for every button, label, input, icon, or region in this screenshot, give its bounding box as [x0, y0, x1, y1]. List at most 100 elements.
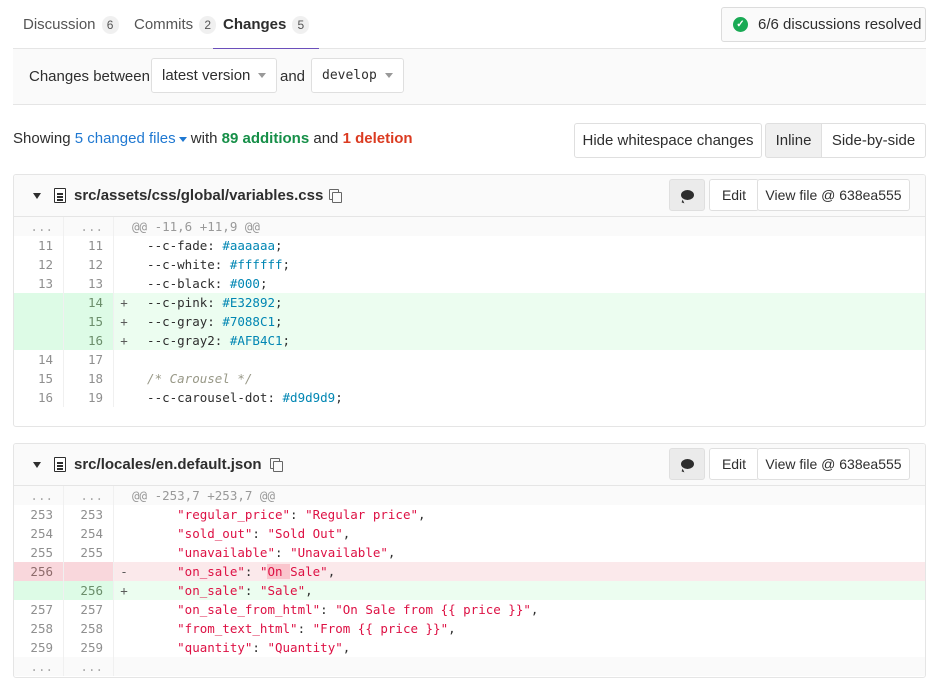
- new-line-number[interactable]: 11: [64, 236, 114, 255]
- old-line-number[interactable]: ...: [14, 486, 64, 505]
- diff-line: 253 253 "regular_price": "Regular price",: [14, 505, 925, 524]
- json-key: "on_sale_from_html": [132, 602, 321, 617]
- line-code: "unavailable": "Unavailable",: [130, 543, 925, 562]
- deletions-count: 1 deletion: [342, 130, 413, 147]
- json-string: Sale": [290, 564, 328, 579]
- old-line-number[interactable]: 12: [14, 255, 64, 274]
- code-punct: ,: [418, 507, 426, 522]
- file-path[interactable]: src/assets/css/global/variables.css: [74, 175, 323, 217]
- copy-icon[interactable]: [270, 458, 284, 472]
- changed-files-dropdown[interactable]: 5 changed files: [75, 130, 187, 147]
- line-code: --c-black: #000;: [130, 274, 925, 293]
- old-line-number[interactable]: 256: [14, 562, 64, 581]
- tab-discussion[interactable]: Discussion 6: [23, 0, 119, 49]
- view-file-button[interactable]: View file @ 638ea555: [757, 179, 910, 211]
- new-line-number[interactable]: 259: [64, 638, 114, 657]
- new-line-number[interactable]: 256: [64, 581, 114, 600]
- comment-icon: [680, 190, 694, 200]
- diff-line: 15 + --c-gray: #7088C1;: [14, 312, 925, 331]
- view-file-button[interactable]: View file @ 638ea555: [757, 448, 910, 480]
- line-code: "on_sale": "Sale",: [130, 581, 925, 600]
- code-punct: ,: [387, 545, 396, 560]
- line-code: --c-gray: #7088C1;: [130, 312, 925, 331]
- diff-line: 257 257 "on_sale_from_html": "On Sale fro…: [14, 600, 925, 619]
- code-punct: ,: [448, 621, 456, 636]
- copy-icon[interactable]: [329, 189, 343, 203]
- new-line-number[interactable]: 255: [64, 543, 114, 562]
- line-code: --c-fade: #aaaaaa;: [130, 236, 925, 255]
- diff-file: src/locales/en.default.json Edit View fi…: [13, 443, 926, 678]
- hide-whitespace-button[interactable]: Hide whitespace changes: [574, 123, 762, 158]
- code-punct: ;: [282, 257, 291, 272]
- new-line-number[interactable]: 14: [64, 293, 114, 312]
- new-line-number[interactable]: 17: [64, 350, 114, 369]
- new-line-number[interactable]: [64, 562, 114, 581]
- new-line-number[interactable]: ...: [64, 657, 114, 676]
- old-line-number[interactable]: ...: [14, 657, 64, 676]
- new-line-number[interactable]: 258: [64, 619, 114, 638]
- old-line-number[interactable]: [14, 293, 64, 312]
- summary-with: with: [190, 130, 218, 147]
- old-line-number[interactable]: 15: [14, 369, 64, 388]
- new-line-number[interactable]: ...: [64, 217, 114, 236]
- code-punct: ;: [275, 314, 283, 329]
- old-line-number[interactable]: 259: [14, 638, 64, 657]
- tab-commits[interactable]: Commits 2: [134, 0, 217, 49]
- new-line-number[interactable]: 15: [64, 312, 114, 331]
- toggle-comments-button[interactable]: [669, 179, 705, 211]
- old-line-number[interactable]: 258: [14, 619, 64, 638]
- code-punct: ;: [275, 238, 283, 253]
- version-from-dropdown[interactable]: latest version: [151, 58, 278, 93]
- diff-file: src/assets/css/global/variables.css Edit…: [13, 174, 926, 427]
- tab-changes[interactable]: Changes 5: [213, 0, 320, 50]
- diff-line: 256 - "on_sale": "On Sale",: [14, 562, 925, 581]
- diff-sign: +: [120, 295, 128, 310]
- side-by-side-view-button[interactable]: Side-by-side: [821, 123, 926, 158]
- json-string: "Unavailable": [290, 545, 388, 560]
- edit-file-button[interactable]: Edit: [709, 179, 759, 211]
- old-line-number[interactable]: [14, 331, 64, 350]
- new-line-number[interactable]: ...: [64, 486, 114, 505]
- old-line-number[interactable]: 11: [14, 236, 64, 255]
- new-line-number[interactable]: 13: [64, 274, 114, 293]
- old-line-number[interactable]: [14, 312, 64, 331]
- old-line-number[interactable]: 16: [14, 388, 64, 407]
- new-line-number[interactable]: 16: [64, 331, 114, 350]
- line-code: @@ -11,6 +11,9 @@: [130, 217, 925, 236]
- diff-line: 12 12 --c-white: #ffffff;: [14, 255, 925, 274]
- inline-view-button[interactable]: Inline: [765, 123, 822, 158]
- edit-file-button[interactable]: Edit: [709, 448, 759, 480]
- new-line-number[interactable]: 12: [64, 255, 114, 274]
- code-punct: ,: [305, 583, 313, 598]
- chevron-down-icon[interactable]: [33, 193, 41, 199]
- toggle-comments-button[interactable]: [669, 448, 705, 480]
- new-line-number[interactable]: 19: [64, 388, 114, 407]
- version-to-dropdown[interactable]: develop: [311, 58, 404, 93]
- json-key: "unavailable": [132, 545, 275, 560]
- json-string: "On Sale from {{ price }}": [335, 602, 531, 617]
- diff-line: ...... @@ -253,7 +253,7 @@: [14, 486, 925, 505]
- old-line-number[interactable]: ...: [14, 217, 64, 236]
- old-line-number[interactable]: 254: [14, 524, 64, 543]
- new-line-number[interactable]: 253: [64, 505, 114, 524]
- diff-line: 16 19 --c-carousel-dot: #d9d9d9;: [14, 388, 925, 407]
- code-punct: :: [297, 621, 313, 636]
- file-path[interactable]: src/locales/en.default.json: [74, 444, 262, 486]
- new-line-number[interactable]: 254: [64, 524, 114, 543]
- new-line-number[interactable]: 257: [64, 600, 114, 619]
- json-key: "on_sale": [132, 583, 245, 598]
- old-line-number[interactable]: [14, 581, 64, 600]
- old-line-number[interactable]: 255: [14, 543, 64, 562]
- new-line-number[interactable]: 18: [64, 369, 114, 388]
- old-line-number[interactable]: 14: [14, 350, 64, 369]
- old-line-number[interactable]: 257: [14, 600, 64, 619]
- diff-sign: +: [120, 333, 128, 348]
- diff-line: 254 254 "sold_out": "Sold Out",: [14, 524, 925, 543]
- chevron-down-icon[interactable]: [33, 462, 41, 468]
- old-line-number[interactable]: 253: [14, 505, 64, 524]
- line-code: --c-gray2: #AFB4C1;: [130, 331, 925, 350]
- old-line-number[interactable]: 13: [14, 274, 64, 293]
- discussions-resolved-status[interactable]: ✓ 6/6 discussions resolved: [721, 7, 926, 42]
- line-code: "sold_out": "Sold Out",: [130, 524, 925, 543]
